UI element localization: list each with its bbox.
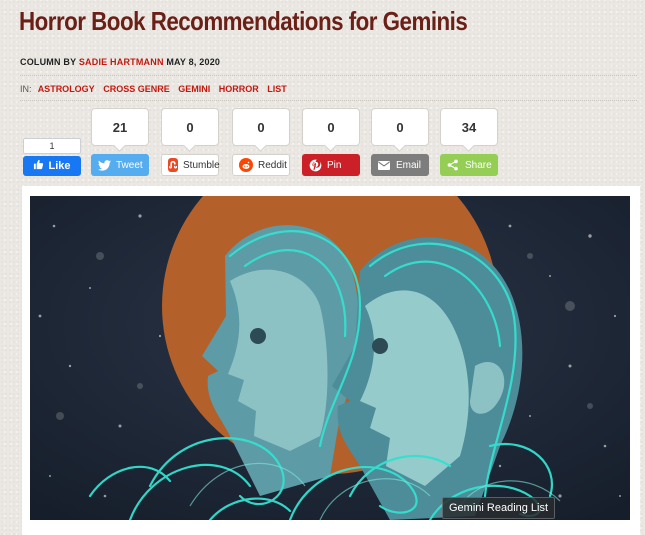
divider <box>20 75 637 76</box>
share-icon <box>446 158 460 172</box>
stumbleupon-icon <box>168 158 178 172</box>
byline-prefix: COLUMN BY <box>20 57 77 67</box>
reddit-label: Reddit <box>258 159 287 171</box>
facebook-like-count: 1 <box>23 138 81 154</box>
share-count: 0 <box>302 108 360 146</box>
share-count: 0 <box>232 108 290 146</box>
publish-date: MAY 8, 2020 <box>166 57 221 67</box>
category-link[interactable]: HORROR <box>219 84 259 94</box>
categories-label: IN: <box>20 84 32 94</box>
share-count: 21 <box>91 108 149 146</box>
tweet-label: Tweet <box>116 159 143 171</box>
author-link[interactable]: SADIE HARTMANN <box>79 57 164 67</box>
pin-button[interactable]: Pin <box>302 154 360 176</box>
category-link[interactable]: GEMINI <box>178 84 210 94</box>
category-link[interactable]: ASTROLOGY <box>38 84 95 94</box>
stumble-button[interactable]: Stumble <box>161 154 220 176</box>
email-button[interactable]: Email <box>371 154 429 176</box>
article-title: Horror Book Recommendations for Geminis <box>19 6 468 36</box>
tweet-button[interactable]: Tweet <box>91 154 149 176</box>
facebook-like-widget: 1 Like <box>23 138 81 176</box>
image-caption: Gemini Reading List <box>442 497 556 519</box>
byline: COLUMN BY SADIE HARTMANN MAY 8, 2020 <box>20 57 220 67</box>
featured-image-frame <box>22 186 640 535</box>
category-list: IN: ASTROLOGY CROSS GENRE GEMINI HORROR … <box>20 84 293 94</box>
share-count: 34 <box>440 108 498 146</box>
pin-label: Pin <box>327 159 342 171</box>
facebook-like-label: Like <box>48 160 71 172</box>
share-label: Share <box>465 159 492 171</box>
gemini-illustration <box>30 196 630 520</box>
email-label: Email <box>396 159 422 171</box>
thumbs-up-icon <box>33 159 44 173</box>
divider <box>20 100 637 101</box>
category-link[interactable]: LIST <box>267 84 287 94</box>
facebook-like-button[interactable]: Like <box>23 156 81 176</box>
share-count: 0 <box>371 108 429 146</box>
stumble-label: Stumble <box>183 159 220 171</box>
share-count: 0 <box>161 108 219 146</box>
twitter-icon <box>97 158 111 172</box>
category-link[interactable]: CROSS GENRE <box>103 84 170 94</box>
share-button[interactable]: Share <box>440 154 498 176</box>
reddit-button[interactable]: Reddit <box>232 154 290 176</box>
pinterest-icon <box>308 158 322 172</box>
email-icon <box>377 158 391 172</box>
reddit-icon <box>239 158 253 172</box>
